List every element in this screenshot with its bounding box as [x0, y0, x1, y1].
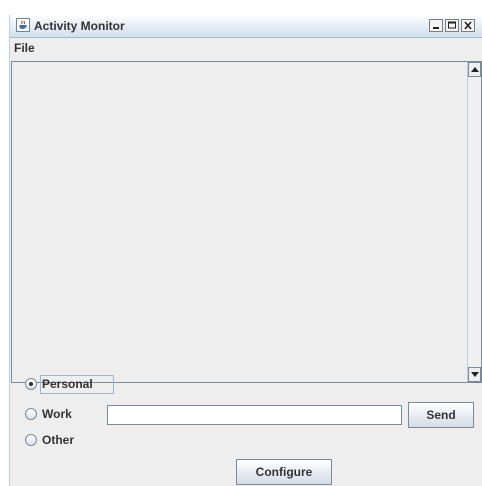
message-input[interactable] — [107, 405, 402, 425]
application-window: Activity Monitor File Personal Work Othe… — [9, 15, 482, 486]
menu-bar: File — [10, 38, 482, 58]
scroll-down-button[interactable] — [468, 367, 481, 382]
maximize-button[interactable] — [445, 19, 459, 32]
configure-button[interactable]: Configure — [236, 459, 332, 485]
radio-button[interactable] — [25, 408, 37, 420]
radio-button-selected[interactable] — [25, 378, 37, 390]
minimize-icon — [433, 27, 439, 29]
radio-selected-dot — [29, 382, 33, 386]
arrow-up-icon — [471, 67, 479, 72]
close-icon — [464, 21, 472, 30]
vertical-scrollbar[interactable] — [467, 62, 481, 382]
title-bar[interactable]: Activity Monitor — [10, 15, 482, 38]
radio-label-work: Work — [42, 407, 72, 421]
minimize-button[interactable] — [429, 19, 443, 32]
maximize-icon — [448, 21, 456, 29]
scroll-up-button[interactable] — [468, 62, 481, 77]
activity-output-area[interactable] — [11, 61, 482, 383]
menu-file[interactable]: File — [14, 41, 35, 55]
java-cup-icon — [16, 18, 30, 32]
arrow-down-icon — [471, 372, 479, 377]
radio-button[interactable] — [25, 434, 37, 446]
send-button[interactable]: Send — [408, 402, 474, 428]
radio-label-personal: Personal — [42, 377, 93, 391]
close-button[interactable] — [461, 19, 475, 32]
radio-label-other: Other — [42, 433, 75, 447]
window-title: Activity Monitor — [34, 19, 125, 33]
